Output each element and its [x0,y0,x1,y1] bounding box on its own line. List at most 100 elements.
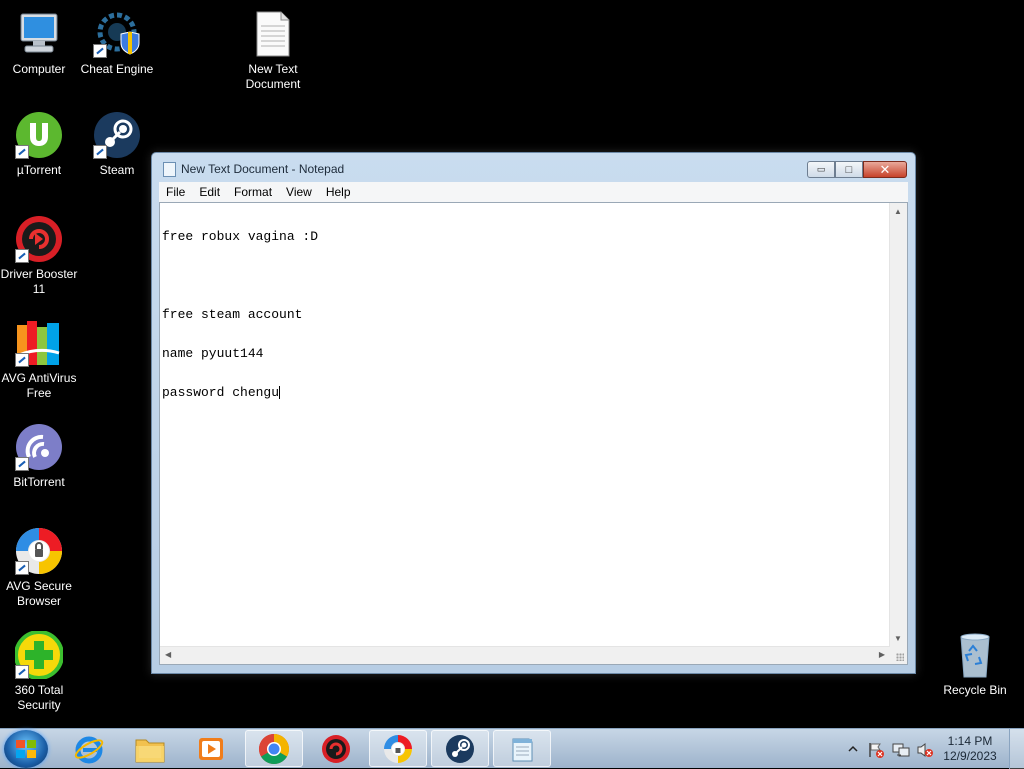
window-title: New Text Document - Notepad [181,162,345,176]
network-icon[interactable] [892,741,910,757]
windows-logo-icon [16,740,36,758]
desktop-icon-label: Steam [99,163,135,177]
avg-browser-icon [384,734,412,763]
scroll-up-arrow-icon[interactable]: ▲ [894,207,902,216]
scroll-right-arrow-icon[interactable]: ▶ [879,650,885,659]
menu-view[interactable]: View [279,185,319,199]
shortcut-arrow-icon [93,145,107,159]
text-line: password chengu [162,385,280,400]
desktop-icon-label: New Text Document [245,62,301,91]
avg-browser-icon [15,527,63,575]
resize-grip-icon[interactable] [890,647,907,664]
driver-booster-icon [15,215,63,263]
file-explorer-icon [135,739,165,762]
desktop-icon-recycle-bin[interactable]: Recycle Bin [936,631,1014,698]
taskbar-avg-secure-browser[interactable] [369,730,427,767]
taskbar-steam[interactable] [431,730,489,767]
desktop-icon-label: AVG Secure Browser [6,579,72,608]
menu-format[interactable]: Format [227,185,279,199]
shortcut-arrow-icon [15,145,29,159]
driver-booster-icon [322,734,350,763]
taskbar-file-explorer[interactable] [121,730,179,767]
360-security-icon [14,630,64,680]
shortcut-arrow-icon [15,457,29,471]
notepad-icon [512,738,533,761]
internet-explorer-icon [74,736,104,763]
shortcut-arrow-icon [15,665,29,679]
text-caret [279,386,281,399]
text-edit-area[interactable]: free robux vagina :D free steam account … [159,202,908,665]
start-button[interactable] [4,730,48,768]
text-line [162,269,889,282]
desktop-icon-label: 360 Total Security [14,683,64,712]
minimize-button[interactable]: ▭ [807,161,835,178]
menu-help[interactable]: Help [319,185,358,199]
text-content[interactable]: free robux vagina :D free steam account … [162,204,889,646]
vertical-scrollbar[interactable]: ▲ ▼ [889,203,907,647]
desktop-icon-360-total-security[interactable]: 360 Total Security [0,630,78,713]
desktop-icon-steam[interactable]: Steam [78,111,156,178]
show-hidden-icons-arrow[interactable] [845,741,861,757]
bittorrent-icon [15,423,63,471]
desktop-icon-label: Computer [12,62,66,76]
taskbar-chrome[interactable] [245,730,303,767]
action-center-flag-icon[interactable] [867,741,884,758]
computer-icon [15,10,63,58]
utorrent-icon [15,111,63,159]
text-line: free robux vagina :D [162,229,319,244]
menu-edit[interactable]: Edit [192,185,227,199]
title-bar[interactable]: New Text Document - Notepad ▭ □ ✕ [152,153,915,183]
desktop-icon-label: Cheat Engine [80,62,154,76]
maximize-icon: □ [845,163,853,176]
cheat-engine-icon [93,10,141,58]
desktop-icon-avg-secure-browser[interactable]: AVG Secure Browser [0,527,78,609]
notepad-window[interactable]: New Text Document - Notepad ▭ □ ✕ File E… [151,152,916,674]
text-line: free steam account [162,307,303,322]
clock-time: 1:14 PM [947,734,993,748]
steam-icon [446,734,474,763]
desktop-icon-bittorrent[interactable]: BitTorrent [0,423,78,490]
minimize-icon: ▭ [816,164,826,174]
taskbar-media-player[interactable] [182,730,240,767]
steam-icon [93,111,141,159]
clock-date: 12/9/2023 [943,749,997,763]
media-player-icon [199,737,223,760]
horizontal-scrollbar[interactable]: ◀ ▶ [160,646,890,664]
desktop-icon-utorrent[interactable]: µTorrent [0,111,78,178]
notepad-icon [163,162,176,177]
avg-antivirus-icon [15,319,63,367]
shortcut-arrow-icon [93,44,107,58]
desktop-icon-avg-antivirus[interactable]: AVG AntiVirus Free [0,319,78,401]
desktop-icon-new-text-document[interactable]: New Text Document [234,10,312,92]
desktop-icon-label: Recycle Bin [943,683,1007,697]
taskbar-internet-explorer[interactable] [60,730,118,767]
taskbar-driver-booster[interactable] [307,730,365,767]
desktop-icon-computer[interactable]: Computer [0,10,78,77]
taskbar: 1:14 PM 12/9/2023 [0,728,1024,769]
text-document-icon [249,10,297,58]
desktop-icon-label: BitTorrent [13,475,65,489]
desktop-icon-cheat-engine[interactable]: Cheat Engine [78,10,156,77]
shortcut-arrow-icon [15,353,29,367]
scroll-down-arrow-icon[interactable]: ▼ [894,634,902,643]
shortcut-arrow-icon [15,249,29,263]
recycle-bin-icon [951,631,999,679]
desktop-icon-label: Driver Booster 11 [0,267,78,296]
shortcut-arrow-icon [15,561,29,575]
text-line: name pyuut144 [162,346,264,361]
desktop-icon-label: µTorrent [16,163,62,177]
text-line-with-caret: password chengu [162,386,889,399]
maximize-button[interactable]: □ [835,161,863,178]
menu-bar: File Edit Format View Help [159,182,908,202]
chrome-icon [258,733,290,764]
volume-muted-icon[interactable] [916,741,933,757]
show-desktop-button[interactable] [1009,729,1024,769]
taskbar-notepad[interactable] [493,730,551,767]
menu-file[interactable]: File [159,185,192,199]
desktop-icon-label: AVG AntiVirus Free [1,371,77,400]
system-clock[interactable]: 1:14 PM 12/9/2023 [940,734,1000,764]
desktop-icon-driver-booster[interactable]: Driver Booster 11 [0,215,78,297]
window-controls: ▭ □ ✕ [807,161,907,178]
close-button[interactable]: ✕ [863,161,907,178]
scroll-left-arrow-icon[interactable]: ◀ [165,650,171,659]
